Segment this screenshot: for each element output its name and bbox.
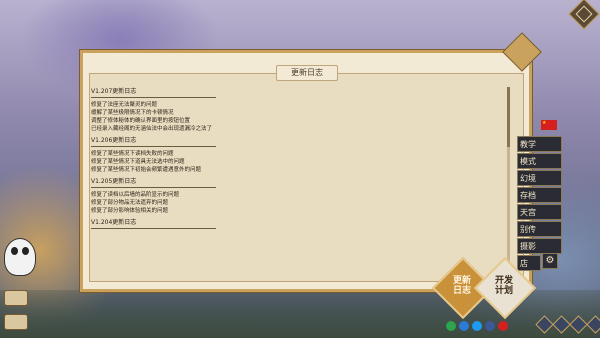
- menu-item[interactable]: 幻境: [517, 170, 562, 186]
- changelog-line: 修复了某些情况下道具无法选中的问题: [91, 159, 185, 165]
- menu-item[interactable]: 天宫: [517, 204, 562, 220]
- scrollbar-thumb[interactable]: [507, 87, 510, 147]
- gear-icon[interactable]: ⚙: [542, 253, 558, 269]
- version-heading: V1.204更新日志: [91, 219, 137, 226]
- left-side-button-2[interactable]: [4, 314, 28, 330]
- dev-plan-label: 开发 计划: [494, 276, 513, 296]
- scrollbar[interactable]: [507, 87, 510, 267]
- bottom-right-buttons: [535, 315, 600, 334]
- changelog-list[interactable]: V1.207更新日志修复了法座无法聚灵的问题缓解了某些极限情况下的卡顿情况调整了…: [91, 84, 501, 272]
- changelog-line: 修复了某些情况下读档失败的问题: [91, 151, 174, 157]
- social-icons: [446, 321, 508, 333]
- menu-item[interactable]: 店: [517, 255, 541, 271]
- corner-icon: [575, 5, 593, 23]
- menu-item[interactable]: 模式: [517, 153, 562, 169]
- version-heading: V1.205更新日志: [91, 178, 137, 185]
- menu-item[interactable]: 存档: [517, 187, 562, 203]
- changelog-line: 修复了部分物品无法遗弃的问题: [91, 200, 169, 206]
- changelog-line: 修复了部分影响体验相关的问题: [91, 208, 169, 214]
- changelog-line: 修复了某些情况下初始会频繁遭遇意外的问题: [91, 167, 202, 173]
- china-flag-icon[interactable]: ★: [541, 120, 557, 130]
- wechat-icon[interactable]: [446, 321, 456, 331]
- qq-icon[interactable]: [459, 321, 469, 331]
- menu-item[interactable]: 别传: [517, 221, 562, 237]
- divider: [91, 146, 216, 147]
- menu-item[interactable]: 摄影: [517, 238, 562, 254]
- dialog-title: 更新日志: [276, 65, 338, 81]
- right-menu: 教学 模式 幻境 存档 天宫 别传 摄影店: [517, 136, 562, 272]
- version-heading: V1.207更新日志: [91, 88, 137, 95]
- divider: [91, 97, 216, 98]
- weibo-icon[interactable]: [498, 321, 508, 331]
- changelog-line: 修复了读档以后墙的品阶显示的问题: [91, 192, 180, 198]
- menu-item[interactable]: 教学: [517, 136, 562, 152]
- panda-character: [4, 238, 36, 276]
- speaker-icon[interactable]: [569, 315, 588, 334]
- twitter-icon[interactable]: [472, 321, 482, 331]
- divider: [91, 228, 216, 229]
- changelog-line: 已经录入藏经阁的无涵仙法中会出现遗漏冷之法了: [91, 126, 213, 132]
- divider: [91, 187, 216, 188]
- fullscreen-icon[interactable]: [552, 315, 571, 334]
- changelog-line: 调整了修体秘体的确认界面里的按钮位置: [91, 118, 191, 124]
- facebook-icon[interactable]: [485, 321, 495, 331]
- version-heading: V1.206更新日志: [91, 137, 137, 144]
- left-side-button-1[interactable]: [4, 290, 28, 306]
- update-log-dialog: 更新日志 V1.207更新日志修复了法座无法聚灵的问题缓解了某些极限情况下的卡顿…: [80, 50, 532, 292]
- changelog-line: 修复了法座无法聚灵的问题: [91, 102, 158, 108]
- edit-icon[interactable]: [535, 315, 554, 334]
- changelog-line: 缓解了某些极限情况下的卡顿情况: [91, 110, 174, 116]
- exit-icon[interactable]: [586, 315, 600, 334]
